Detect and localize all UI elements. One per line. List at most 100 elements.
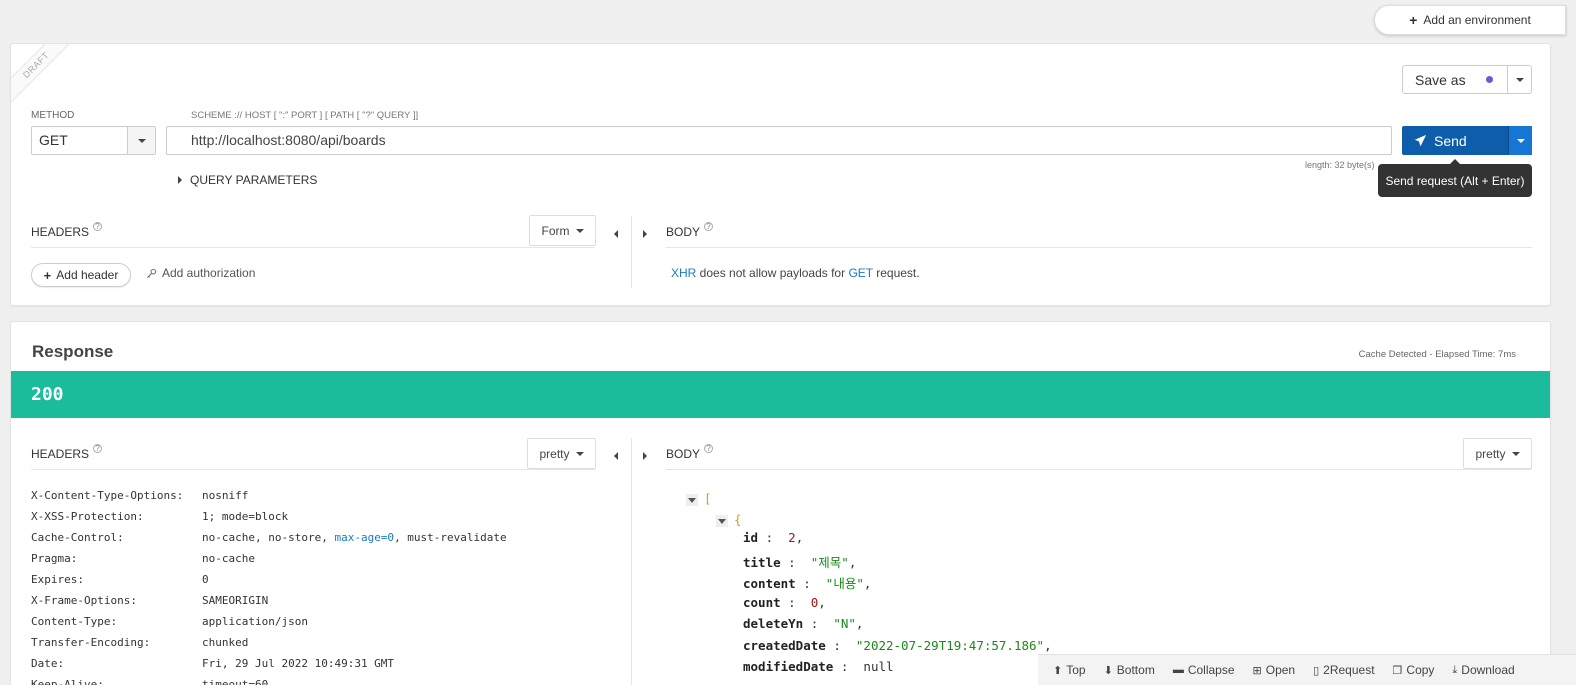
plus-icon: + (1409, 12, 1418, 28)
document-icon: ▯ (1313, 664, 1320, 677)
headers-mode-label: Form (541, 223, 570, 238)
minus-square-icon: ▬ (1172, 664, 1184, 676)
header-row: Content-Type: application/json (31, 615, 308, 628)
json-field: id : 2, (743, 530, 804, 545)
header-row: Transfer-Encoding: chunked (31, 636, 249, 649)
save-as-button[interactable]: Save as (1402, 65, 1532, 94)
collapse-right-icon[interactable] (643, 227, 647, 241)
json-array-open: [ (686, 491, 712, 506)
json-field: createdDate : "2022-07-29T19:47:57.186", (743, 638, 1052, 653)
divider (666, 247, 1532, 248)
add-authorization-link[interactable]: Add authorization (146, 266, 255, 280)
response-headers-title: HEADERS ? (31, 444, 103, 461)
scroll-top-button[interactable]: ⬆ Top (1053, 663, 1086, 677)
elapsed-time: Cache Detected - Elapsed Time: 7ms (1358, 349, 1516, 360)
json-field: title : "제목", (743, 555, 857, 570)
arrow-down-circle-icon: ⬇ (1103, 664, 1113, 677)
json-field: count : 0, (743, 595, 826, 610)
help-icon[interactable]: ? (93, 222, 103, 231)
help-icon[interactable]: ? (704, 444, 714, 453)
request-headers-title: HEADERS ? (31, 222, 103, 239)
body-format-label: pretty (1475, 446, 1506, 461)
download-icon: ⤓ (1452, 663, 1458, 676)
response-headers-list: X-Content-Type-Options: nosniff X-XSS-Pro… (31, 485, 507, 685)
response-panel: Response Cache Detected - Elapsed Time: … (10, 321, 1551, 685)
send-button[interactable]: Send (1402, 126, 1532, 155)
json-object-open: { (716, 512, 742, 527)
help-icon[interactable]: ? (704, 222, 714, 231)
scroll-bottom-button[interactable]: ⬇ Bottom (1104, 663, 1155, 677)
header-row: Keep-Alive: timeout=60 (31, 678, 269, 685)
response-headers-label: HEADERS (31, 447, 90, 461)
collapse-toggle-icon[interactable] (716, 514, 728, 527)
response-title: Response (32, 342, 114, 361)
draft-ribbon: DRAFT (11, 44, 82, 111)
body-not-allowed-message: XHR does not allow payloads for GET requ… (671, 266, 920, 280)
response-body-label: BODY (666, 447, 701, 461)
query-parameters-label: QUERY PARAMETERS (190, 173, 318, 187)
request-body-label: BODY (666, 225, 701, 239)
header-value-link[interactable]: max-age=0 (334, 531, 394, 544)
request-body-title: BODY ? (666, 222, 714, 239)
header-row: X-XSS-Protection: 1; mode=block (31, 510, 289, 523)
open-button[interactable]: ⊞ Open (1253, 663, 1296, 677)
xhr-link[interactable]: XHR (671, 266, 696, 280)
collapse-left-icon[interactable] (614, 227, 618, 241)
headers-mode-dropdown[interactable]: Form (529, 215, 596, 246)
help-icon[interactable]: ? (93, 444, 103, 453)
request-headers-label: HEADERS (31, 225, 90, 239)
json-field: content : "내용", (743, 576, 872, 591)
add-header-label: Add header (56, 268, 119, 282)
header-row: X-Frame-Options: SAMEORIGIN (31, 594, 269, 607)
save-as-dropdown-toggle[interactable] (1507, 66, 1531, 93)
get-link[interactable]: GET (848, 266, 872, 280)
key-icon (146, 268, 157, 278)
query-parameters-toggle[interactable]: QUERY PARAMETERS (178, 173, 317, 187)
save-as-label: Save as (1415, 71, 1466, 88)
method-label: METHOD (31, 110, 75, 121)
method-select[interactable]: GET (31, 126, 156, 155)
request-panel: DRAFT METHOD SCHEME :// HOST [ ":" PORT … (10, 43, 1551, 306)
divider (631, 216, 632, 288)
add-environment-label: Add an environment (1423, 13, 1531, 27)
header-row: X-Content-Type-Options: nosniff (31, 489, 249, 502)
plus-square-icon: ⊞ (1252, 664, 1262, 677)
plus-icon: + (43, 267, 52, 283)
collapse-left-icon[interactable] (614, 449, 618, 463)
divider (31, 247, 595, 248)
collapse-button[interactable]: ▬ Collapse (1173, 663, 1235, 677)
divider (31, 469, 595, 470)
scheme-label: SCHEME :// HOST [ ":" PORT ] [ PATH [ "?… (191, 110, 419, 121)
to-request-button[interactable]: ▯ 2Request (1313, 663, 1374, 677)
url-input[interactable]: http://localhost:8080/api/boards (166, 126, 1392, 155)
copy-button[interactable]: ❐ Copy (1393, 663, 1435, 677)
arrow-up-circle-icon: ⬆ (1053, 664, 1063, 677)
method-value: GET (39, 132, 68, 148)
send-tooltip: Send request (Alt + Enter) (1378, 159, 1532, 197)
method-dropdown-toggle[interactable] (127, 127, 155, 154)
msg-text: request. (872, 266, 920, 280)
response-headers-format-dropdown[interactable]: pretty (527, 438, 596, 469)
divider (631, 438, 632, 685)
send-label: Send (1434, 132, 1467, 149)
chevron-down-icon (1515, 77, 1524, 82)
chevron-down-icon (1516, 138, 1525, 143)
add-environment-button[interactable]: + Add an environment (1374, 5, 1566, 35)
chevron-down-icon (137, 138, 146, 143)
header-row: Cache-Control: no-cache, no-store, max-ag… (31, 531, 507, 544)
divider (666, 469, 1532, 470)
header-row: Date: Fri, 29 Jul 2022 10:49:31 GMT (31, 657, 395, 670)
copy-icon: ❐ (1392, 664, 1403, 677)
add-header-button[interactable]: + Add header (31, 263, 131, 287)
chevron-down-icon (575, 451, 584, 456)
download-button[interactable]: ⤓ Download (1452, 663, 1514, 677)
response-body-format-dropdown[interactable]: pretty (1463, 438, 1532, 469)
chevron-down-icon (575, 228, 584, 233)
expand-arrow-icon (178, 176, 182, 184)
collapse-toggle-icon[interactable] (686, 493, 698, 506)
send-dropdown-toggle[interactable] (1508, 126, 1532, 155)
collapse-right-icon[interactable] (643, 449, 647, 463)
response-body-title: BODY ? (666, 444, 714, 461)
msg-text: does not allow payloads for (696, 266, 849, 280)
paper-plane-icon (1414, 134, 1427, 147)
